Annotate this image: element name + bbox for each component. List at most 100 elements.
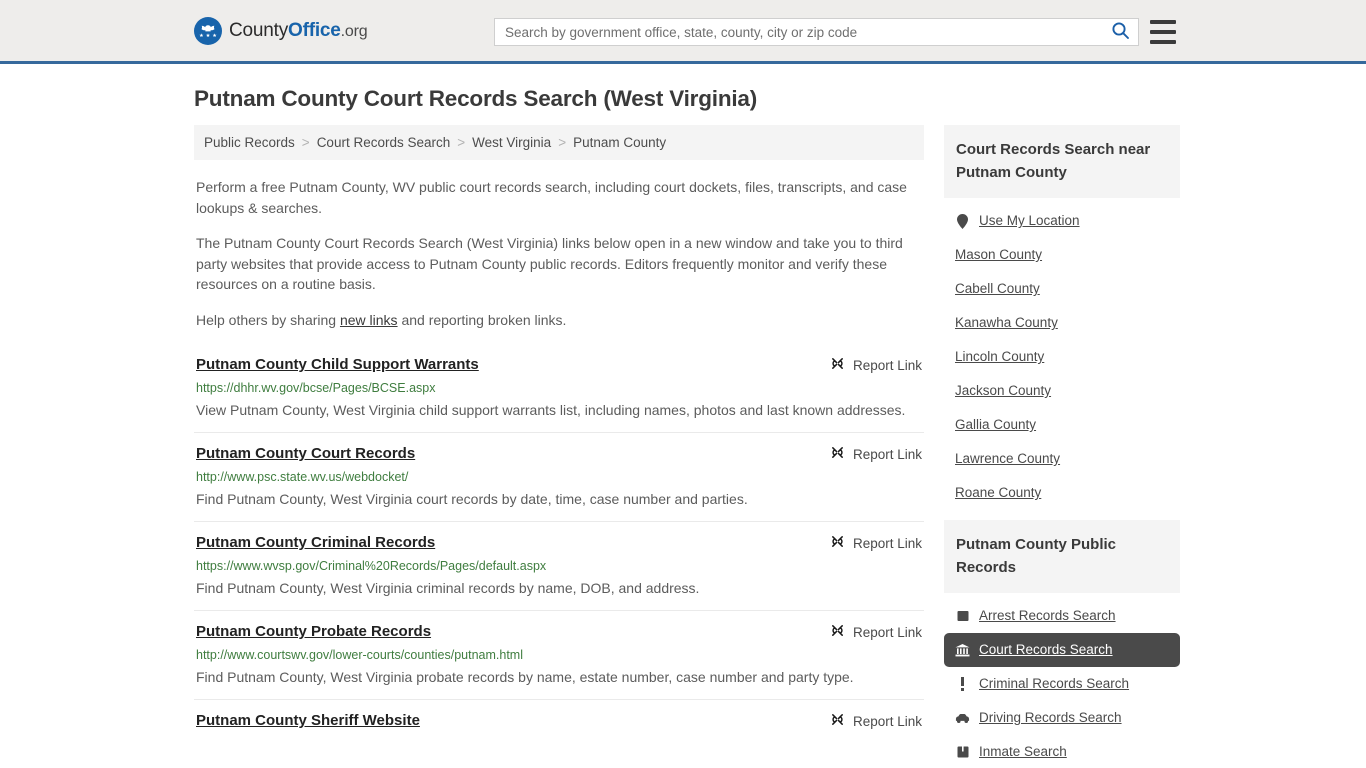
search-icon bbox=[1111, 21, 1130, 43]
sidebar-item-label: Jackson County bbox=[955, 383, 1052, 398]
new-links-link[interactable]: new links bbox=[340, 312, 398, 328]
sidebar-item-inmate-search[interactable]: Inmate Search bbox=[944, 735, 1180, 768]
result-description: View Putnam County, West Virginia child … bbox=[196, 402, 906, 418]
result-header: Putnam County Probate Records Report Lin… bbox=[196, 622, 922, 642]
list-item: Cabell County bbox=[944, 272, 1180, 306]
breadcrumb-item-public-records[interactable]: Public Records bbox=[204, 135, 295, 150]
sidebar-item-label: Gallia County bbox=[955, 417, 1037, 432]
report-link-button[interactable]: Report Link bbox=[830, 444, 922, 463]
report-link-button[interactable]: Report Link bbox=[830, 533, 922, 552]
search-input[interactable] bbox=[495, 19, 1102, 45]
breadcrumb-separator: > bbox=[457, 135, 466, 150]
result-title-link[interactable]: Putnam County Sheriff Website bbox=[196, 711, 420, 731]
broken-link-icon bbox=[830, 534, 845, 552]
result-header: Putnam County Child Support Warrants Rep… bbox=[196, 355, 922, 375]
result-item: Putnam County Probate Records Report Lin… bbox=[194, 610, 924, 699]
result-title-link[interactable]: Putnam County Child Support Warrants bbox=[196, 355, 479, 375]
report-link-label: Report Link bbox=[852, 624, 922, 640]
list-item: Roane County bbox=[944, 476, 1180, 510]
sidebar-item-criminal-records-search[interactable]: Criminal Records Search bbox=[944, 667, 1180, 701]
sidebar-item-lawrence-county[interactable]: Lawrence County bbox=[944, 442, 1180, 476]
intro-section: Perform a free Putnam County, WV public … bbox=[194, 177, 924, 330]
list-item: Kanawha County bbox=[944, 306, 1180, 340]
result-header: Putnam County Court Records Report Link bbox=[196, 444, 922, 464]
result-url[interactable]: http://www.psc.state.wv.us/webdocket/ bbox=[196, 469, 922, 485]
report-link-button[interactable]: Report Link bbox=[830, 622, 922, 641]
breadcrumb-item-west-virginia[interactable]: West Virginia bbox=[472, 135, 551, 150]
result-title-link[interactable]: Putnam County Court Records bbox=[196, 444, 415, 464]
sidebar-item-cabell-county[interactable]: Cabell County bbox=[944, 272, 1180, 306]
sidebar-item-label: Court Records Search bbox=[979, 642, 1113, 657]
result-url[interactable]: http://www.courtswv.gov/lower-courts/cou… bbox=[196, 647, 922, 663]
hamburger-bar-3 bbox=[1150, 40, 1176, 44]
result-description: Find Putnam County, West Virginia probat… bbox=[196, 669, 854, 685]
public-records-list: Arrest Records Search Court Records Sear… bbox=[944, 593, 1180, 768]
result-title-link[interactable]: Putnam County Probate Records bbox=[196, 622, 431, 642]
result-item: Putnam County Criminal Records Report Li… bbox=[194, 521, 924, 610]
report-link-button[interactable]: Report Link bbox=[830, 711, 922, 730]
list-item: Lawrence County bbox=[944, 442, 1180, 476]
result-url[interactable]: https://www.wvsp.gov/Criminal%20Records/… bbox=[196, 558, 922, 574]
broken-link-icon bbox=[830, 623, 845, 641]
sidebar-item-label: Cabell County bbox=[955, 281, 1040, 296]
broken-link-icon bbox=[830, 356, 845, 374]
hamburger-bar-2 bbox=[1150, 30, 1176, 34]
sidebar-item-use-my-location[interactable]: Use My Location bbox=[944, 204, 1180, 238]
sidebar-item-label: Mason County bbox=[955, 247, 1043, 262]
intro-paragraph-1: Perform a free Putnam County, WV public … bbox=[196, 179, 907, 216]
sidebar-item-mason-county[interactable]: Mason County bbox=[944, 238, 1180, 272]
result-title-link[interactable]: Putnam County Criminal Records bbox=[196, 533, 435, 553]
broken-link-icon bbox=[830, 712, 845, 730]
sidebar: Court Records Search near Putnam County … bbox=[944, 125, 1180, 768]
search-button[interactable] bbox=[1102, 19, 1138, 45]
result-description: Find Putnam County, West Virginia court … bbox=[196, 491, 748, 507]
result-header: Putnam County Sheriff Website Report Lin… bbox=[196, 711, 922, 731]
report-link-label: Report Link bbox=[852, 357, 922, 373]
eagle-emblem-icon bbox=[194, 16, 222, 45]
sidebar-item-roane-county[interactable]: Roane County bbox=[944, 476, 1180, 510]
result-item: Putnam County Court Records Report Link … bbox=[194, 432, 924, 521]
jail-icon bbox=[955, 745, 970, 760]
sidebar-item-label: Kanawha County bbox=[955, 315, 1058, 330]
fingerprint-icon bbox=[955, 609, 970, 624]
result-header: Putnam County Criminal Records Report Li… bbox=[196, 533, 922, 553]
intro-p3-before: Help others by sharing bbox=[196, 311, 340, 328]
car-icon bbox=[955, 711, 970, 726]
breadcrumb-separator: > bbox=[301, 135, 310, 150]
site-logo[interactable]: CountyOffice.org bbox=[194, 16, 368, 45]
result-item: Putnam County Sheriff Website Report Lin… bbox=[194, 699, 924, 741]
list-item: Criminal Records Search bbox=[944, 667, 1180, 701]
sidebar-item-arrest-records-search[interactable]: Arrest Records Search bbox=[944, 599, 1180, 633]
public-records-panel: Putnam County Public Records Arrest Reco… bbox=[944, 520, 1180, 768]
sidebar-item-label: Arrest Records Search bbox=[979, 608, 1116, 623]
list-item: Lincoln County bbox=[944, 340, 1180, 374]
brand-part-org: .org bbox=[340, 22, 368, 40]
list-item: Driving Records Search bbox=[944, 701, 1180, 735]
result-description: Find Putnam County, West Virginia crimin… bbox=[196, 580, 700, 596]
sidebar-item-lincoln-county[interactable]: Lincoln County bbox=[944, 340, 1180, 374]
breadcrumb-item-court-records-search[interactable]: Court Records Search bbox=[317, 135, 451, 150]
map-pin-icon bbox=[955, 213, 970, 229]
result-url[interactable]: https://dhhr.wv.gov/bcse/Pages/BCSE.aspx bbox=[196, 380, 922, 396]
courthouse-icon bbox=[955, 643, 970, 658]
search-bar bbox=[494, 18, 1139, 46]
results-list: Putnam County Child Support Warrants Rep… bbox=[194, 349, 924, 741]
brand-part-county: County bbox=[229, 19, 289, 41]
nearby-counties-panel: Court Records Search near Putnam County … bbox=[944, 125, 1180, 510]
sidebar-item-label: Lawrence County bbox=[955, 451, 1061, 466]
sidebar-item-label: Roane County bbox=[955, 485, 1042, 500]
hamburger-menu-button[interactable] bbox=[1150, 20, 1176, 44]
breadcrumb-item-putnam-county: Putnam County bbox=[573, 135, 667, 150]
report-link-button[interactable]: Report Link bbox=[830, 355, 922, 374]
intro-paragraph-2: The Putnam County Court Records Search (… bbox=[196, 235, 903, 292]
sidebar-item-label: Inmate Search bbox=[979, 744, 1067, 759]
sidebar-item-court-records-search[interactable]: Court Records Search bbox=[944, 633, 1180, 667]
content-columns: Public Records > Court Records Search > … bbox=[194, 125, 1180, 768]
sidebar-item-label: Criminal Records Search bbox=[979, 676, 1130, 691]
sidebar-item-jackson-county[interactable]: Jackson County bbox=[944, 374, 1180, 408]
report-link-label: Report Link bbox=[852, 535, 922, 551]
sidebar-item-kanawha-county[interactable]: Kanawha County bbox=[944, 306, 1180, 340]
sidebar-item-gallia-county[interactable]: Gallia County bbox=[944, 408, 1180, 442]
sidebar-item-driving-records-search[interactable]: Driving Records Search bbox=[944, 701, 1180, 735]
site-header: CountyOffice.org bbox=[0, 0, 1366, 64]
